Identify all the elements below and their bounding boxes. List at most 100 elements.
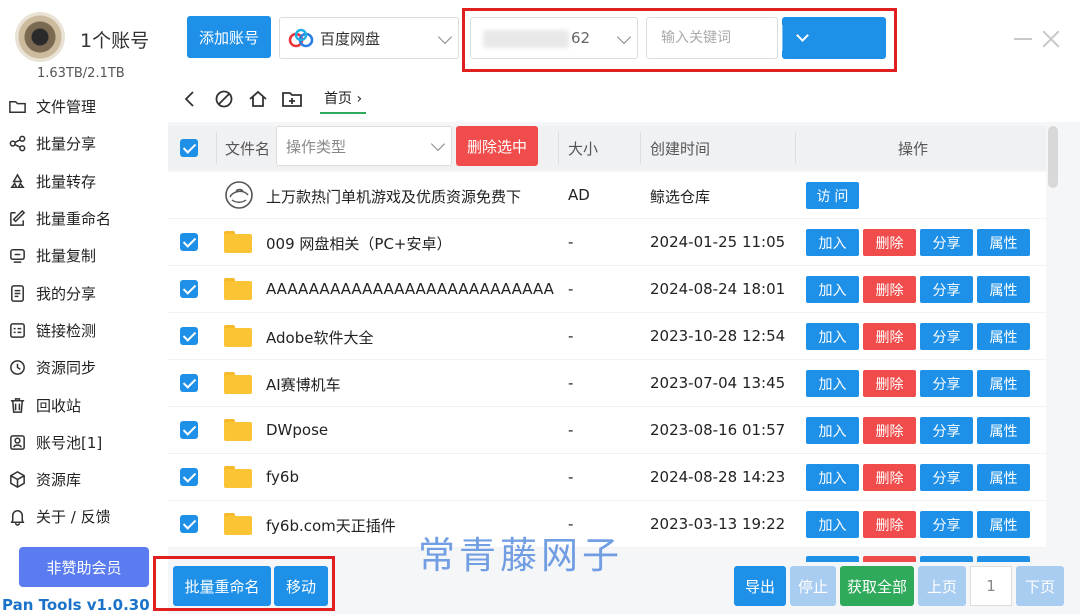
sidebar-item-resource-sync[interactable]: 资源同步 bbox=[0, 349, 165, 386]
folder-icon bbox=[224, 321, 254, 351]
file-name[interactable]: AAAAAAAAAAAAAAAAAAAAAAAAAAA bbox=[266, 280, 554, 298]
add-button[interactable]: 加入 bbox=[806, 417, 859, 444]
avatar[interactable] bbox=[15, 12, 65, 62]
sidebar-item-about-feedback[interactable]: 关于 / 反馈 bbox=[0, 498, 165, 535]
col-header-ops: 操作 bbox=[898, 139, 929, 158]
operation-type-select[interactable]: 操作类型 bbox=[276, 126, 452, 166]
row-checkbox[interactable] bbox=[180, 327, 198, 345]
sidebar-item-label: 批量分享 bbox=[36, 135, 97, 154]
checklist-icon bbox=[6, 319, 28, 341]
properties-button[interactable]: 属性 bbox=[977, 464, 1030, 491]
delete-button[interactable]: 删除 bbox=[863, 323, 916, 350]
properties-button[interactable]: 属性 bbox=[977, 276, 1030, 303]
share-button[interactable]: 分享 bbox=[920, 511, 973, 538]
fetch-all-button[interactable]: 获取全部 bbox=[840, 566, 914, 606]
move-button[interactable]: 移动 bbox=[274, 566, 328, 606]
sidebar-item-resource-library[interactable]: 资源库 bbox=[0, 461, 165, 498]
properties-button[interactable]: 属性 bbox=[977, 417, 1030, 444]
share-button[interactable]: 分享 bbox=[920, 464, 973, 491]
sidebar-item-link-check[interactable]: 链接检测 bbox=[0, 312, 165, 349]
add-button[interactable]: 加入 bbox=[806, 229, 859, 256]
delete-button[interactable]: 删除 bbox=[863, 370, 916, 397]
table-row[interactable]: DWpose - 2023-08-16 01:57 加入 删除 分享 属性 bbox=[168, 407, 1046, 454]
share-button[interactable]: 分享 bbox=[920, 276, 973, 303]
refresh-icon[interactable] bbox=[212, 87, 236, 111]
vip-button[interactable]: 非赞助会员 bbox=[19, 547, 149, 587]
share-button[interactable]: 分享 bbox=[920, 323, 973, 350]
sidebar-item-account-pool[interactable]: 账号池[1] bbox=[0, 424, 165, 461]
app-version: Pan Tools v1.0.30 bbox=[2, 596, 150, 614]
prev-page-button[interactable]: 上页 bbox=[918, 566, 966, 606]
properties-button[interactable]: 属性 bbox=[977, 323, 1030, 350]
table-row[interactable]: AAAAAAAAAAAAAAAAAAAAAAAAAAA - 2024-08-24 1… bbox=[168, 266, 1046, 313]
file-name[interactable]: Adobe软件大全 bbox=[266, 327, 373, 348]
sidebar-item-file-manager[interactable]: 文件管理 bbox=[0, 88, 165, 125]
row-checkbox[interactable] bbox=[180, 280, 198, 298]
properties-button[interactable]: 属性 bbox=[977, 370, 1030, 397]
row-checkbox[interactable] bbox=[180, 374, 198, 392]
next-page-button[interactable]: 下页 bbox=[1016, 566, 1064, 606]
table-row[interactable]: Adobe软件大全 - 2023-10-28 12:54 加入 删除 分享 属性 bbox=[168, 313, 1046, 360]
sidebar-item-batch-copy[interactable]: 批量复制 bbox=[0, 237, 165, 274]
sidebar-item-batch-rename[interactable]: 批量重命名 bbox=[0, 200, 165, 237]
delete-button[interactable]: 删除 bbox=[863, 417, 916, 444]
select-all-checkbox[interactable] bbox=[180, 126, 198, 170]
promo-text[interactable]: 上万款热门单机游戏及优质资源免费下 bbox=[266, 186, 521, 207]
vertical-scrollbar[interactable] bbox=[1048, 126, 1058, 612]
file-name[interactable]: DWpose bbox=[266, 421, 328, 439]
add-button[interactable]: 加入 bbox=[806, 464, 859, 491]
share-button[interactable]: 分享 bbox=[920, 229, 973, 256]
sidebar-item-batch-share[interactable]: 批量分享 bbox=[0, 125, 165, 162]
table-row[interactable]: fy6b - 2024-08-28 14:23 加入 删除 分享 属性 bbox=[168, 454, 1046, 501]
properties-button[interactable]: 属性 bbox=[977, 229, 1030, 256]
scrollbar-thumb[interactable] bbox=[1048, 126, 1058, 188]
new-folder-icon[interactable] bbox=[280, 87, 304, 111]
sidebar-item-recycle-bin[interactable]: 回收站 bbox=[0, 386, 165, 423]
row-checkbox[interactable] bbox=[180, 233, 198, 251]
add-button[interactable]: 加入 bbox=[806, 323, 859, 350]
sidebar: 1个账号 1.63TB/2.1TB 文件管理 批量分享 批量转存 批量重命名 批… bbox=[0, 0, 165, 614]
delete-button[interactable]: 删除 bbox=[863, 276, 916, 303]
file-created-time: 2023-08-16 01:57 bbox=[650, 421, 786, 439]
account-select-suffix: 62 bbox=[571, 29, 591, 47]
add-button[interactable]: 加入 bbox=[806, 511, 859, 538]
delete-button[interactable]: 删除 bbox=[863, 511, 916, 538]
delete-selected-button[interactable]: 删除选中 bbox=[456, 126, 538, 166]
row-checkbox[interactable] bbox=[180, 515, 198, 533]
file-name[interactable]: fy6b bbox=[266, 468, 299, 486]
export-button[interactable]: 导出 bbox=[734, 566, 786, 606]
drive-select[interactable]: 百度网盘 bbox=[279, 17, 459, 59]
share-button[interactable]: 分享 bbox=[920, 417, 973, 444]
back-icon[interactable] bbox=[178, 87, 202, 111]
close-icon[interactable] bbox=[1040, 28, 1062, 50]
properties-button[interactable]: 属性 bbox=[977, 511, 1030, 538]
search-dropdown-button[interactable] bbox=[783, 17, 823, 59]
visit-button[interactable]: 访 问 bbox=[806, 182, 859, 209]
home-icon[interactable] bbox=[246, 87, 270, 111]
page-number-input[interactable] bbox=[970, 566, 1012, 606]
sidebar-item-batch-transfer[interactable]: 批量转存 bbox=[0, 163, 165, 200]
minimize-icon[interactable] bbox=[1014, 38, 1032, 40]
table-row[interactable]: AI赛博机车 - 2023-07-04 13:45 加入 删除 分享 属性 bbox=[168, 360, 1046, 407]
account-select[interactable]: 62 bbox=[470, 17, 638, 59]
row-checkbox[interactable] bbox=[180, 421, 198, 439]
sidebar-item-my-shares[interactable]: 我的分享 bbox=[0, 274, 165, 311]
share-button[interactable]: 分享 bbox=[920, 370, 973, 397]
batch-rename-button[interactable]: 批量重命名 bbox=[173, 566, 271, 606]
add-button[interactable]: 加入 bbox=[806, 276, 859, 303]
file-name[interactable]: fy6b.com天正插件 bbox=[266, 515, 396, 536]
file-name[interactable]: AI赛博机车 bbox=[266, 374, 341, 395]
document-icon bbox=[6, 282, 28, 304]
file-name[interactable]: 009 网盘相关（PC+安卓） bbox=[266, 233, 452, 254]
folder-icon bbox=[224, 462, 254, 492]
stop-button[interactable]: 停止 bbox=[790, 566, 836, 606]
delete-button[interactable]: 删除 bbox=[863, 464, 916, 491]
add-account-button[interactable]: 添加账号 bbox=[187, 16, 271, 58]
delete-button[interactable]: 删除 bbox=[863, 229, 916, 256]
drive-select-value: 百度网盘 bbox=[320, 29, 381, 48]
table-row[interactable]: 009 网盘相关（PC+安卓） - 2024-01-25 11:05 加入 删除 分享 属性 bbox=[168, 219, 1046, 266]
row-checkbox[interactable] bbox=[180, 468, 198, 486]
breadcrumb[interactable]: 首页 › bbox=[320, 85, 367, 114]
keyword-input[interactable] bbox=[646, 17, 778, 59]
add-button[interactable]: 加入 bbox=[806, 370, 859, 397]
